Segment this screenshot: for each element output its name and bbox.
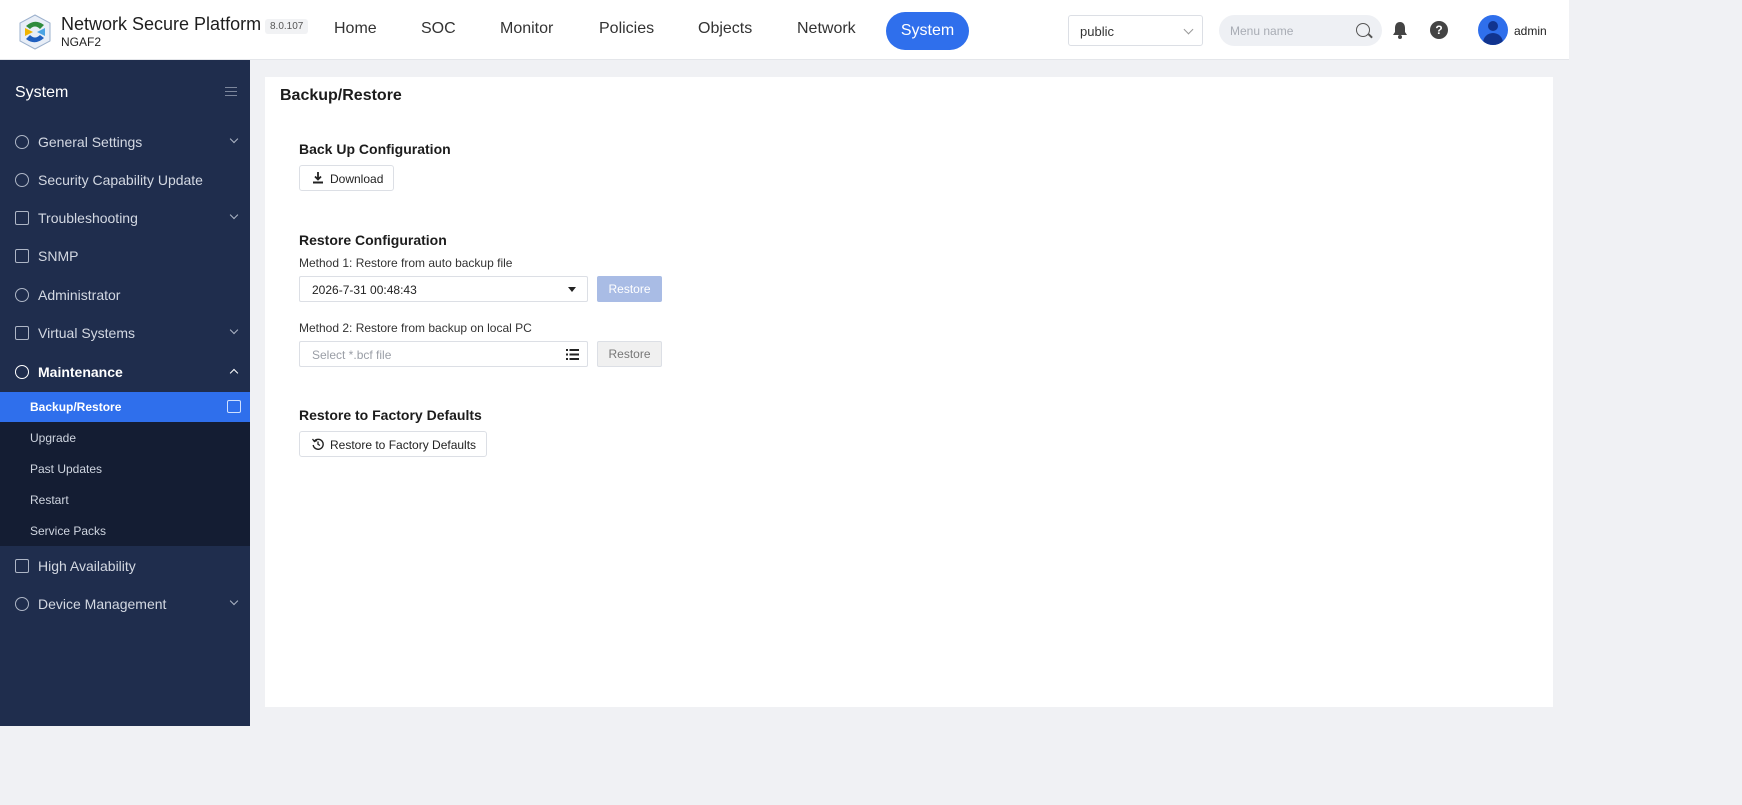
restore-local-backup-button[interactable]: Restore [597,341,662,367]
sidebar-subitem-label: Service Packs [30,524,107,538]
sidebar-item-label: Device Management [38,596,167,612]
download-button[interactable]: Download [299,165,395,191]
user-circle-icon [15,288,29,302]
device-gear-icon [15,597,29,611]
sidebar-item-label: General Settings [38,134,143,150]
backup-restore-panel: Backup/Restore Back Up Configuration Dow… [265,77,1553,707]
sidebar-item-high-availability[interactable]: High Availability [0,547,250,585]
sidebar-item-label: Administrator [38,287,121,303]
gear-outline-icon [15,135,29,149]
local-backup-file-placeholder: Select *.bcf file [312,348,392,362]
sidebar-item-maintenance[interactable]: Maintenance [0,353,250,391]
virtual-system-value: public [1080,24,1114,39]
avatar-head [1488,21,1498,31]
nav-home[interactable]: Home [334,20,377,38]
history-icon [312,438,324,450]
bell-icon[interactable] [1392,21,1408,39]
auto-backup-select[interactable]: 2026-7-31 00:48:43 [299,276,588,302]
sidebar-item-troubleshooting[interactable]: Troubleshooting [0,199,250,237]
wrench-icon [15,211,29,225]
nav-monitor[interactable]: Monitor [500,20,553,38]
ha-icon [15,559,29,573]
chevron-down-icon [229,210,239,220]
avatar[interactable] [1478,15,1508,45]
sidebar-item-label: Troubleshooting [38,210,138,226]
chevron-up-icon [229,368,239,378]
username[interactable]: admin [1514,24,1547,38]
sidebar-item-virtual-systems[interactable]: Virtual Systems [0,314,250,352]
help-icon[interactable]: ? [1430,21,1448,39]
restore-auto-backup-button[interactable]: Restore [597,276,662,302]
sidebar-subitem-restart[interactable]: Restart [0,485,250,515]
restore-factory-defaults-button[interactable]: Restore to Factory Defaults [299,431,488,457]
page-title: Backup/Restore [280,87,402,104]
avatar-body [1483,33,1503,45]
sidebar-item-label: SNMP [38,248,79,264]
sidebar: System General Settings Security Capabil… [0,60,250,726]
search-icon[interactable] [1356,23,1370,37]
nav-system[interactable]: System [886,12,969,50]
caret-down-icon [568,287,576,292]
brand-title: Network Secure Platform [61,14,262,34]
sidebar-subitem-past-updates[interactable]: Past Updates [0,454,250,484]
platform-logo [19,14,51,50]
auto-backup-selected-value: 2026-7-31 00:48:43 [312,283,417,297]
nav-policies[interactable]: Policies [599,20,654,38]
sidebar-subitem-label: Upgrade [30,431,77,445]
restore-factory-defaults-label: Restore to Factory Defaults [330,438,477,452]
version-badge: 8.0.107 [265,19,309,34]
sidebar-title: System [15,84,69,101]
page-footer-area [0,726,1742,805]
sidebar-subitem-service-packs[interactable]: Service Packs [0,516,250,546]
nav-network[interactable]: Network [797,20,856,38]
sidebar-subitem-label: Past Updates [30,462,103,476]
download-label: Download [330,172,384,186]
collapse-sidebar-icon[interactable] [225,87,237,97]
sidebar-item-administrator[interactable]: Administrator [0,276,250,314]
chevron-down-icon [229,596,239,606]
sidebar-subitem-label: Restart [30,493,69,507]
nav-soc[interactable]: SOC [421,20,456,38]
sidebar-item-label: Security Capability Update [38,172,203,188]
local-backup-file-input[interactable]: Select *.bcf file [299,341,588,367]
snmp-icon [15,249,29,263]
pin-to-shortcut-icon[interactable] [227,400,241,413]
virtual-system-select[interactable]: public [1068,15,1203,46]
restore-section-title: Restore Configuration [299,232,447,248]
nav-objects[interactable]: Objects [698,20,752,38]
sidebar-item-label: Maintenance [38,364,123,380]
chevron-down-icon [229,325,239,335]
sidebar-item-snmp[interactable]: SNMP [0,237,250,275]
maintenance-gear-icon [15,365,29,379]
top-bar: Network Secure Platform NGAF2 8.0.107 Ho… [0,0,1569,60]
maintenance-submenu: Backup/Restore Upgrade Past Updates Rest… [0,392,250,546]
menu-search-placeholder: Menu name [1230,24,1294,38]
method1-label: Method 1: Restore from auto backup file [299,256,513,270]
sidebar-item-device-management[interactable]: Device Management [0,585,250,623]
factory-section-title: Restore to Factory Defaults [299,407,482,423]
chevron-down-icon [229,134,239,144]
sidebar-item-label: Virtual Systems [38,325,135,341]
sidebar-item-general-settings[interactable]: General Settings [0,123,250,161]
sidebar-subitem-upgrade[interactable]: Upgrade [0,423,250,453]
download-icon [313,172,323,184]
list-icon[interactable] [566,349,579,360]
shield-icon [15,173,29,187]
sidebar-subitem-label: Backup/Restore [30,400,122,414]
sidebar-item-security-capability-update[interactable]: Security Capability Update [0,161,250,199]
brand-subtitle: NGAF2 [61,35,102,49]
sidebar-item-label: High Availability [38,558,136,574]
chevron-down-icon [1183,24,1194,35]
menu-search-input[interactable]: Menu name [1219,15,1382,46]
virtual-systems-icon [15,326,29,340]
backup-section-title: Back Up Configuration [299,141,451,157]
sidebar-subitem-backup-restore[interactable]: Backup/Restore [0,392,250,422]
method2-label: Method 2: Restore from backup on local P… [299,321,532,335]
